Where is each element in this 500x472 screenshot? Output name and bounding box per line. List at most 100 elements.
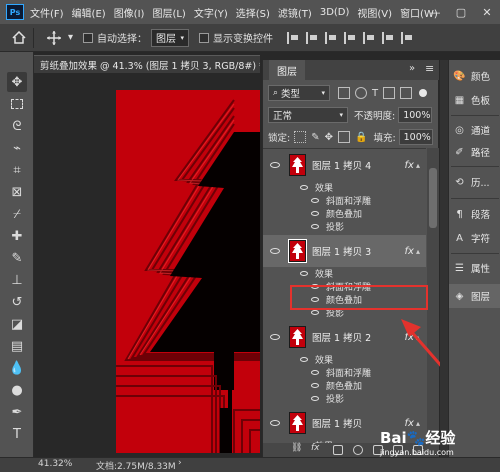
visibility-eye-icon[interactable] [311,224,319,229]
adjustment-layer-icon[interactable] [353,445,363,455]
fx-icon[interactable]: fx [405,246,414,257]
lock-all-icon[interactable]: 🔒 [355,132,367,143]
add-style-icon[interactable]: fx [311,443,321,453]
canvas-area[interactable] [34,73,260,457]
type-tool-icon[interactable]: T [7,424,27,444]
visibility-eye-icon[interactable] [300,185,308,190]
menu-file[interactable]: 文件(F) [30,5,64,20]
history-brush-tool-icon[interactable]: ↺ [7,292,27,312]
panel-collapse-strip[interactable] [440,60,448,457]
brush-tool-icon[interactable]: ✎ [7,248,27,268]
zoom-level[interactable]: 41.32% [38,459,72,469]
home-icon[interactable] [4,27,34,48]
crop-tool-icon[interactable]: ⌗ [7,160,27,180]
lock-transparent-icon[interactable] [294,131,307,143]
visibility-eye-icon[interactable] [300,357,308,362]
visibility-eye-icon[interactable] [270,162,280,168]
visibility-eye-icon[interactable] [311,383,319,388]
filter-shape-icon[interactable] [383,87,396,99]
menu-filter[interactable]: 滤镜(T) [278,5,312,20]
dock-swatches[interactable]: ▦ 色板 [449,88,500,112]
menu-view[interactable]: 视图(V) [357,5,392,20]
align-middle-icon[interactable] [363,31,375,44]
fill-field[interactable]: 100% [398,129,433,145]
layer-row[interactable]: 图层 1 拷贝 4 fx ▴ [263,149,426,181]
document-info[interactable]: 文档:2.75M/8.33M [96,459,176,472]
menu-image[interactable]: 图像(I) [114,5,145,20]
auto-select-dropdown[interactable]: 图层 ▾ [151,28,190,47]
document-tab[interactable]: 剪纸叠加效果 @ 41.3% (图层 1 拷贝 3, RGB/8#) * × [34,55,260,73]
chevron-up-icon[interactable]: ▴ [416,247,420,256]
dock-layers[interactable]: ◈ 图层 [449,284,500,308]
marquee-tool-icon[interactable] [7,94,27,114]
collapse-panel-icon[interactable]: » [409,63,415,74]
effect-row[interactable]: 颜色叠加 [263,207,426,220]
tab-layers[interactable]: 图层 [269,60,305,80]
kind-filter-dropdown[interactable]: ⌕ 类型 ▾ [268,85,330,101]
align-top-icon[interactable] [344,31,356,44]
auto-select-checkbox[interactable] [83,32,94,43]
dock-channels[interactable]: ◎ 通道 [449,118,500,142]
move-tool-icon[interactable]: ✥ [7,72,27,92]
blur-tool-icon[interactable]: 💧 [7,358,27,378]
align-right-icon[interactable] [325,31,337,44]
quick-select-tool-icon[interactable]: ⌁ [7,138,27,158]
visibility-eye-icon[interactable] [311,211,319,216]
status-arrow-icon[interactable]: › [178,458,182,468]
visibility-eye-icon[interactable] [270,420,280,426]
visibility-eye-icon[interactable] [311,310,319,315]
menu-select[interactable]: 选择(S) [236,5,270,20]
menu-3d[interactable]: 3D(D) [320,7,350,18]
effect-row[interactable]: 投影 [263,220,426,233]
clone-stamp-tool-icon[interactable]: ⊥ [7,270,27,290]
eyedropper-tool-icon[interactable]: ⌿ [7,204,27,224]
healing-brush-tool-icon[interactable]: ✚ [7,226,27,246]
panel-menu-icon[interactable]: ≡ [425,62,434,75]
dock-history[interactable]: ⟲ 历... [449,170,500,194]
effects-group-row[interactable]: 效果 [263,181,426,194]
filter-pixel-icon[interactable] [338,87,350,99]
blend-mode-dropdown[interactable]: 正常 ▾ [268,107,348,123]
frame-tool-icon[interactable]: ⊠ [7,182,27,202]
menu-type[interactable]: 文字(Y) [194,5,228,20]
close-button[interactable]: ✕ [474,0,500,24]
menu-layer[interactable]: 图层(L) [152,5,185,20]
opacity-field[interactable]: 100% [398,107,433,123]
minimize-button[interactable]: — [422,0,448,24]
visibility-eye-icon[interactable] [311,396,319,401]
gradient-tool-icon[interactable]: ▤ [7,336,27,356]
fx-icon[interactable]: fx [405,160,414,171]
tool-preset-chevron-icon[interactable]: ▾ [68,32,73,43]
visibility-eye-icon[interactable] [311,370,319,375]
dock-character[interactable]: A 字符 [449,226,500,250]
align-center-icon[interactable] [306,31,318,44]
dock-properties[interactable]: ☰ 属性 [449,256,500,280]
filter-smart-object-icon[interactable] [400,87,413,99]
visibility-eye-icon[interactable] [311,198,319,203]
lasso-tool-icon[interactable]: ᘓ [7,116,27,136]
dock-paragraph[interactable]: ¶ 段落 [449,202,500,226]
eraser-tool-icon[interactable]: ◪ [7,314,27,334]
distribute-icon[interactable] [401,31,413,44]
maximize-button[interactable]: ▢ [448,0,474,24]
align-left-icon[interactable] [287,31,299,44]
chevron-up-icon[interactable]: ▴ [416,161,420,170]
lock-artboard-icon[interactable] [337,131,350,143]
effect-row[interactable]: 斜面和浮雕 [263,194,426,207]
filter-adjustment-icon[interactable] [355,87,367,99]
add-mask-icon[interactable] [333,445,343,455]
lock-position-icon[interactable]: ✥ [325,132,333,143]
dock-color[interactable]: 🎨 颜色 [449,64,500,88]
menu-edit[interactable]: 编辑(E) [72,5,106,20]
filter-type-icon[interactable]: T [372,88,378,99]
layer-row-selected[interactable]: 图层 1 拷贝 3 fx ▴ [263,235,426,267]
visibility-eye-icon[interactable] [300,271,308,276]
link-layers-icon[interactable]: ⛓ [291,443,302,453]
visibility-eye-icon[interactable] [270,334,280,340]
scrollbar-thumb[interactable] [429,168,437,228]
lock-image-icon[interactable]: ✎ [311,132,319,143]
dock-paths[interactable]: ✐ 路径 [449,140,500,164]
visibility-eye-icon[interactable] [270,248,280,254]
effects-group-row[interactable]: 效果 [263,267,426,280]
show-transform-checkbox[interactable] [199,32,210,43]
